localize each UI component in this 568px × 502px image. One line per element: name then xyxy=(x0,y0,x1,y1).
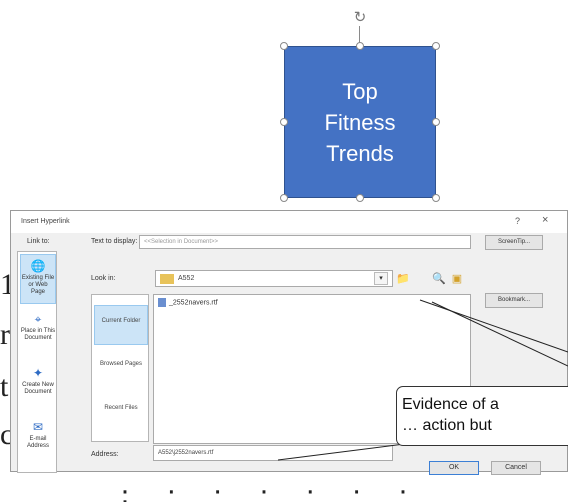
resize-handle-top-left[interactable] xyxy=(280,42,288,50)
text-to-display-label: Text to display: xyxy=(91,238,138,245)
file-name: _2552navers.rtf xyxy=(169,299,218,307)
address-label: Address: xyxy=(91,451,119,458)
resize-handle-top-right[interactable] xyxy=(432,42,440,50)
address-input[interactable]: A552\j2552navers.rtf xyxy=(153,445,393,461)
ok-button[interactable]: OK xyxy=(429,461,479,475)
resize-handle-top[interactable] xyxy=(356,42,364,50)
list-item[interactable]: _2552navers.rtf xyxy=(158,298,218,307)
look-in-dropdown[interactable]: A552 ▾ xyxy=(155,270,393,287)
slide-text-fragment: r xyxy=(0,318,10,351)
resize-handle-left[interactable] xyxy=(280,118,288,126)
shape-text: Top Fitness Trends xyxy=(324,78,396,166)
document-place-icon: ⌖ xyxy=(34,312,42,326)
link-to-item-label: E-mail Address xyxy=(26,436,49,449)
recent-files-tab[interactable]: Recent Files xyxy=(94,393,148,433)
link-to-existing-file[interactable]: 🌐 Existing File or Web Page xyxy=(20,254,56,304)
new-document-icon: ✦ xyxy=(32,366,44,380)
link-to-email-address[interactable]: ✉ E-mail Address xyxy=(20,416,56,466)
link-to-item-label: Create New Document xyxy=(22,382,54,395)
bookmark-button[interactable]: Bookmark... xyxy=(485,293,543,308)
title-shape[interactable]: Top Fitness Trends xyxy=(284,46,436,198)
close-button[interactable]: × xyxy=(542,214,548,226)
folder-subnav: Current Folder Browsed Pages Recent File… xyxy=(91,294,149,442)
link-to-item-label: Existing File or Web Page xyxy=(21,275,55,295)
link-to-create-new-document[interactable]: ✦ Create New Document xyxy=(20,362,56,412)
screentip-button[interactable]: ScreenTip... xyxy=(485,235,543,250)
folder-icon xyxy=(160,274,174,284)
slide-text-fragment: · · · · · · · · xyxy=(120,486,450,502)
slide-text-fragment: t xyxy=(0,370,9,403)
resize-handle-bottom[interactable] xyxy=(356,194,364,202)
browse-file-icon[interactable]: ▣ xyxy=(449,271,465,287)
callout-line: … action but xyxy=(402,417,492,434)
dialog-titlebar: Insert Hyperlink ? × xyxy=(11,211,567,233)
browse-web-icon[interactable]: 🔍 xyxy=(431,271,447,287)
text-to-display-input[interactable]: <<Selection in Document>> xyxy=(139,235,471,249)
browsed-pages-tab[interactable]: Browsed Pages xyxy=(94,349,148,389)
callout-line: Evidence of a xyxy=(402,396,499,413)
link-to-item-label: Place in This Document xyxy=(20,328,56,341)
resize-handle-bottom-left[interactable] xyxy=(280,194,288,202)
email-icon: ✉ xyxy=(32,420,44,434)
current-folder-tab[interactable]: Current Folder xyxy=(94,305,148,345)
look-in-label: Look in: xyxy=(91,275,116,282)
look-in-value: A552 xyxy=(178,275,195,282)
file-icon xyxy=(158,298,166,307)
callout-box: Evidence of a … action but xyxy=(396,386,568,446)
cancel-button[interactable]: Cancel xyxy=(491,461,541,475)
resize-handle-right[interactable] xyxy=(432,118,440,126)
link-to-panel: 🌐 Existing File or Web Page ⌖ Place in T… xyxy=(17,251,57,473)
chevron-down-icon[interactable]: ▾ xyxy=(374,272,388,285)
browse-folder-icon[interactable]: 📁 xyxy=(395,271,411,287)
resize-handle-bottom-right[interactable] xyxy=(432,194,440,202)
rotate-icon[interactable]: ↻ xyxy=(352,10,368,26)
link-to-place-in-document[interactable]: ⌖ Place in This Document xyxy=(20,308,56,358)
globe-page-icon: 🌐 xyxy=(30,259,46,273)
help-button[interactable]: ? xyxy=(515,216,520,226)
dialog-title: Insert Hyperlink xyxy=(21,218,70,225)
link-to-label: Link to: xyxy=(27,238,50,245)
